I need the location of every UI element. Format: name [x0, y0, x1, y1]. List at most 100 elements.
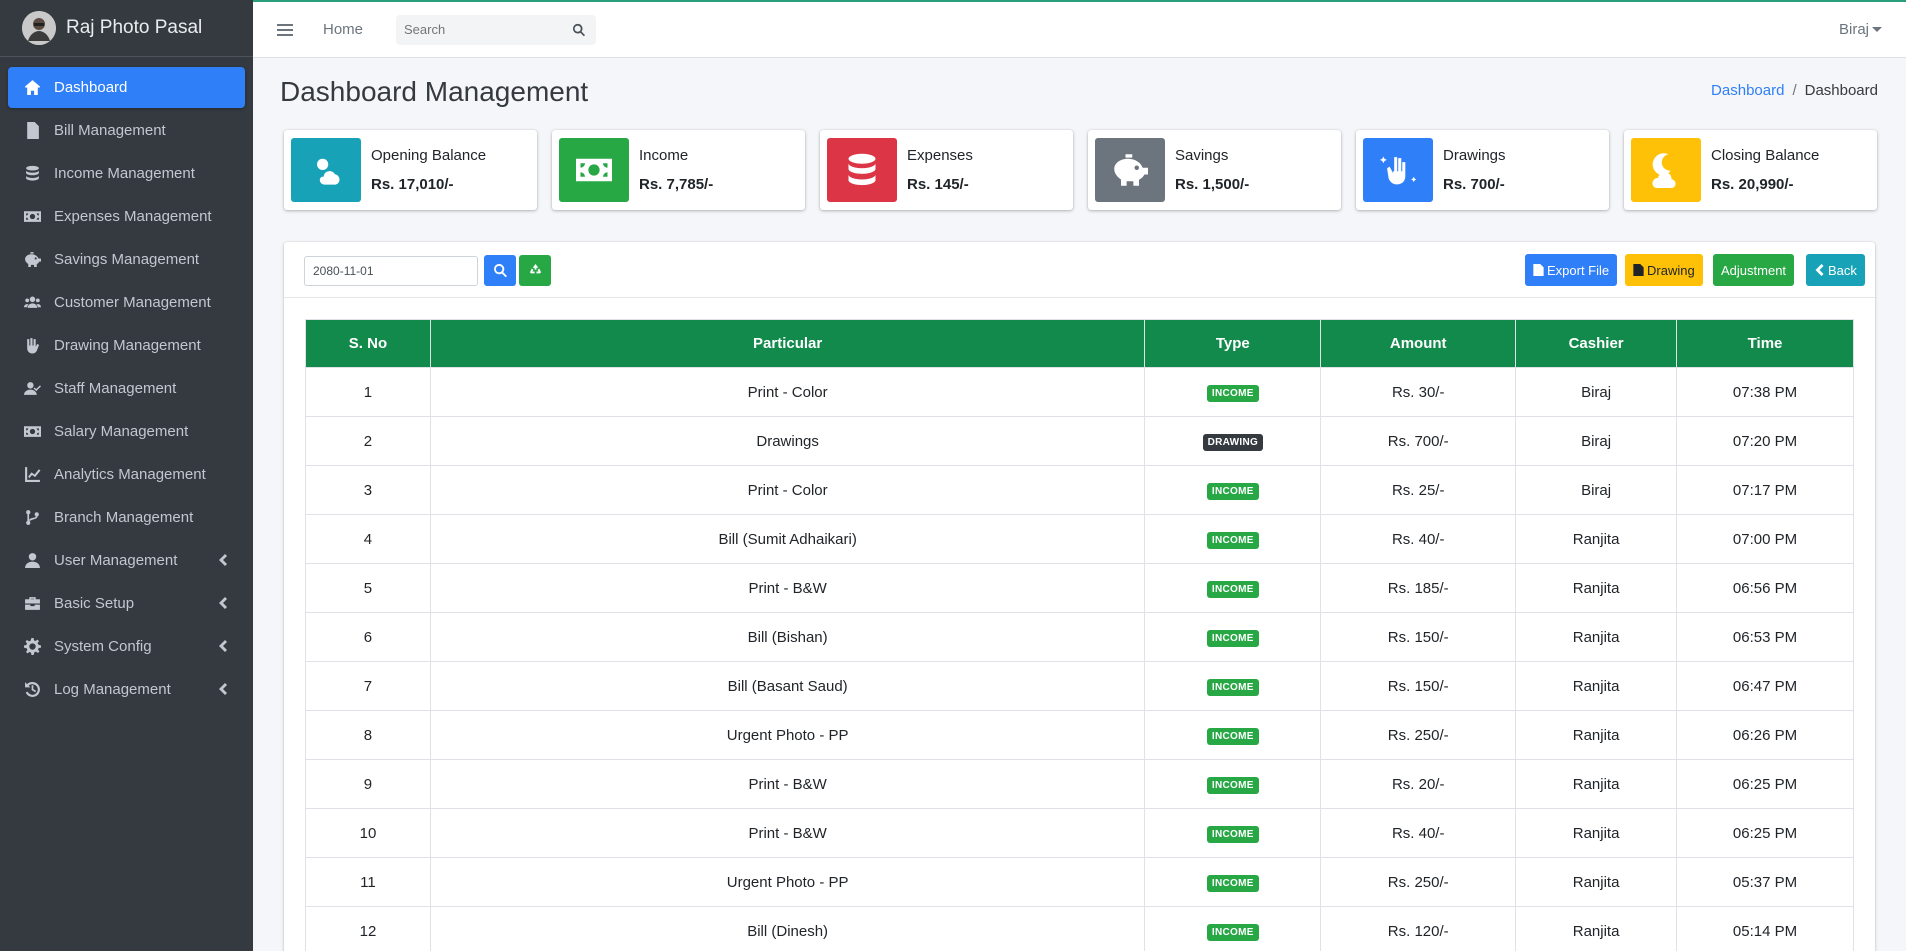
card-savings: Savings Rs. 1,500/-	[1088, 130, 1341, 210]
gear-icon	[22, 638, 42, 656]
type-badge: INCOME	[1206, 678, 1259, 696]
cell-sno: 10	[305, 808, 431, 858]
table-row: 3 Print - Color INCOME Rs. 25/- Biraj 07:17 P…	[305, 465, 1854, 515]
cell-amount: Rs. 30/-	[1320, 367, 1517, 417]
card-label: Income	[639, 147, 689, 164]
cell-cashier: Ranjita	[1515, 612, 1678, 662]
search-input[interactable]	[396, 14, 563, 45]
sidebar-item-label: Customer Management	[54, 294, 211, 311]
money-bill-icon	[22, 208, 42, 226]
header-type: Type	[1144, 319, 1322, 368]
sidebar-item-customer-management[interactable]: Customer Management	[8, 282, 245, 323]
breadcrumb-separator: /	[1792, 82, 1797, 99]
user-name: Biraj	[1838, 21, 1869, 38]
type-badge: INCOME	[1206, 727, 1259, 745]
back-button[interactable]: Back	[1806, 254, 1865, 286]
home-icon	[22, 79, 42, 97]
sidebar-item-staff-management[interactable]: Staff Management	[8, 368, 245, 409]
cell-particular: Bill (Sumit Adhaikari)	[429, 514, 1146, 564]
sidebar-item-label: Salary Management	[54, 423, 189, 440]
search-box	[396, 14, 597, 45]
sidebar-item-analytics-management[interactable]: Analytics Management	[8, 454, 245, 495]
chart-line-icon	[22, 466, 42, 484]
card-body: Opening Balance Rs. 17,010/-	[371, 147, 486, 193]
date-filter-input[interactable]	[304, 256, 478, 286]
transactions-table: S. No Particular Type Amount Cashier Tim…	[305, 319, 1854, 951]
cell-type: INCOME	[1144, 906, 1322, 951]
sidebar-item-user-management[interactable]: User Management	[8, 540, 245, 581]
sidebar-nav: Dashboard Bill Management Income Managemen…	[0, 57, 253, 722]
card-drawings: Drawings Rs. 700/-	[1356, 130, 1609, 210]
cell-amount: Rs. 185/-	[1320, 563, 1517, 613]
card-body: Drawings Rs. 700/-	[1443, 147, 1506, 193]
cell-cashier: Ranjita	[1515, 808, 1678, 858]
user-menu[interactable]: Biraj	[1839, 21, 1882, 38]
sidebar-item-drawing-management[interactable]: Drawing Management	[8, 325, 245, 366]
sidebar-item-label: Bill Management	[54, 122, 166, 139]
card-label: Closing Balance	[1711, 147, 1820, 164]
export-file-button[interactable]: Export File	[1525, 254, 1618, 286]
cell-time: 06:25 PM	[1676, 759, 1854, 809]
reset-button[interactable]	[519, 255, 551, 286]
adjustment-button[interactable]: Adjustment	[1713, 254, 1795, 286]
cell-cashier: Ranjita	[1515, 759, 1678, 809]
brand-name: Raj Photo Pasal	[66, 17, 203, 38]
brand[interactable]: Raj Photo Pasal	[0, 0, 253, 57]
table-row: 12 Bill (Dinesh) INCOME Rs. 120/- Ranjita 05:…	[305, 906, 1854, 951]
search-button[interactable]	[484, 255, 516, 286]
cell-sno: 5	[305, 563, 431, 613]
search-icon[interactable]	[562, 23, 596, 37]
topbar: Home Biraj	[253, 0, 1906, 58]
menu-toggle-icon[interactable]	[277, 20, 297, 40]
cell-particular: Print - B&W	[429, 808, 1146, 858]
cell-amount: Rs. 150/-	[1320, 612, 1517, 662]
cell-type: INCOME	[1144, 661, 1322, 711]
cell-sno: 7	[305, 661, 431, 711]
cell-cashier: Ranjita	[1515, 857, 1678, 907]
type-badge: INCOME	[1206, 874, 1259, 892]
panel-header: Export File Drawing Adjustment Back	[284, 242, 1875, 298]
money-bill-icon	[559, 138, 629, 202]
sidebar-item-log-management[interactable]: Log Management	[8, 669, 245, 710]
top-nav-home[interactable]: Home	[323, 21, 363, 38]
sidebar-item-label: Income Management	[54, 165, 195, 182]
type-badge: INCOME	[1206, 776, 1259, 794]
cell-time: 06:56 PM	[1676, 563, 1854, 613]
sidebar-item-system-config[interactable]: System Config	[8, 626, 245, 667]
cell-particular: Urgent Photo - PP	[429, 857, 1146, 907]
cell-type: INCOME	[1144, 367, 1322, 417]
cell-cashier: Biraj	[1515, 367, 1678, 417]
caret-down-icon	[1869, 21, 1882, 38]
sidebar-item-income-management[interactable]: Income Management	[8, 153, 245, 194]
sidebar-item-label: User Management	[54, 552, 178, 569]
cell-particular: Drawings	[429, 416, 1146, 466]
sidebar-item-basic-setup[interactable]: Basic Setup	[8, 583, 245, 624]
adjustment-label: Adjustment	[1721, 262, 1787, 278]
cell-amount: Rs. 150/-	[1320, 661, 1517, 711]
cell-time: 06:53 PM	[1676, 612, 1854, 662]
sidebar-item-savings-management[interactable]: Savings Management	[8, 239, 245, 280]
table-header-row: S. No Particular Type Amount Cashier Tim…	[305, 319, 1854, 368]
table-row: 11 Urgent Photo - PP INCOME Rs. 250/- Ranjit…	[305, 857, 1854, 907]
sidebar-item-bill-management[interactable]: Bill Management	[8, 110, 245, 151]
sidebar-item-dashboard[interactable]: Dashboard	[8, 67, 245, 108]
breadcrumb-link[interactable]: Dashboard	[1711, 82, 1784, 99]
cell-time: 07:17 PM	[1676, 465, 1854, 515]
card-expenses: Expenses Rs. 145/-	[820, 130, 1073, 210]
type-badge: INCOME	[1206, 825, 1259, 843]
cell-type: INCOME	[1144, 710, 1322, 760]
cell-type: INCOME	[1144, 514, 1322, 564]
search-icon	[493, 263, 507, 278]
sidebar-item-branch-management[interactable]: Branch Management	[8, 497, 245, 538]
sidebar-item-expenses-management[interactable]: Expenses Management	[8, 196, 245, 237]
export-file-label: Export File	[1547, 262, 1610, 278]
sidebar-item-label: Log Management	[54, 681, 171, 698]
cell-time: 06:25 PM	[1676, 808, 1854, 858]
drawing-button[interactable]: Drawing	[1625, 254, 1703, 286]
breadcrumb-current: Dashboard	[1804, 82, 1878, 99]
cell-cashier: Biraj	[1515, 416, 1678, 466]
card-opening-balance: Opening Balance Rs. 17,010/-	[284, 130, 537, 210]
sidebar-item-salary-management[interactable]: Salary Management	[8, 411, 245, 452]
table-row: 1 Print - Color INCOME Rs. 30/- Biraj 07:38 P…	[305, 367, 1854, 417]
cell-time: 06:26 PM	[1676, 710, 1854, 760]
